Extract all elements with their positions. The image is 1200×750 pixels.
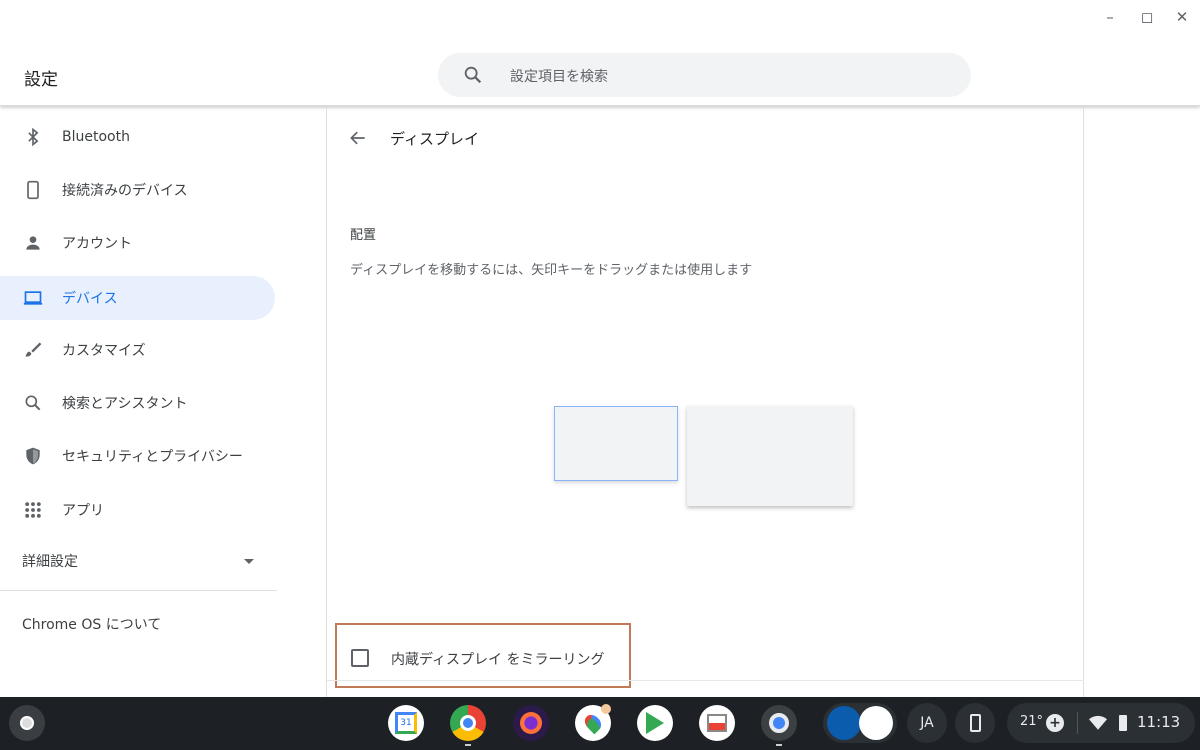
advanced-label: 詳細設定 (22, 554, 78, 570)
sidebar-item-personalization[interactable]: カスタマイズ (0, 328, 275, 372)
phone-icon (22, 179, 44, 201)
sidebar-item-search-assistant[interactable]: 検索とアシスタント (0, 381, 275, 425)
header: 設定 設定項目を検索 (0, 48, 1200, 106)
shield-icon (22, 445, 44, 467)
sidebar-item-label: アプリ (62, 503, 104, 519)
maximize-button[interactable]: ◻ (1135, 8, 1159, 26)
close-button[interactable]: ✕ (1170, 8, 1194, 26)
settings-app[interactable] (761, 705, 797, 741)
search-placeholder: 設定項目を検索 (510, 69, 608, 85)
mirror-label: 内蔵ディスプレイ をミラーリング (391, 652, 605, 668)
minimize-button[interactable]: – (1098, 8, 1122, 26)
status-tray[interactable]: 21° + 11:13 (1007, 703, 1195, 743)
mirror-checkbox[interactable] (351, 649, 369, 667)
sidebar-item-label: 接続済みのデバイス (62, 183, 188, 199)
dropdown-arrow-icon (244, 559, 254, 564)
search-icon (464, 66, 482, 84)
sidebar-item-label: カスタマイズ (62, 343, 146, 359)
holding-space-tray[interactable] (823, 703, 897, 743)
sidebar-item-connected-devices[interactable]: 接続済みのデバイス (0, 168, 275, 212)
gear-icon (769, 713, 789, 733)
page-title: ディスプレイ (390, 130, 479, 148)
phone-icon (969, 714, 981, 732)
wifi-icon (1089, 715, 1107, 730)
sidebar-item-bluetooth[interactable]: Bluetooth (0, 115, 275, 159)
battery-icon (1119, 715, 1127, 731)
weather-temperature: 21° (1020, 714, 1044, 729)
divider (0, 590, 277, 591)
ime-indicator[interactable]: JA (907, 703, 947, 743)
gallery-icon (707, 714, 727, 732)
brush-icon (22, 339, 44, 361)
sidebar-item-label: Bluetooth (62, 129, 130, 145)
thumbnail-icon (859, 706, 893, 740)
firefox-app[interactable] (513, 705, 549, 741)
mirror-option-highlight: 内蔵ディスプレイ をミラーリング (335, 623, 631, 688)
bluetooth-icon (22, 126, 44, 148)
calendar-icon: 31 (395, 712, 417, 734)
sidebar-item-label: アカウント (62, 236, 132, 252)
search-icon (22, 392, 44, 414)
shelf: 31 JA 21° + 11:13 (0, 697, 1200, 750)
launcher-button[interactable] (9, 705, 45, 741)
sidebar-item-label: デバイス (62, 291, 118, 307)
app-title: 設定 (24, 70, 58, 90)
sidebar-item-security[interactable]: セキュリティとプライバシー (0, 434, 275, 478)
back-arrow-icon[interactable] (348, 128, 368, 148)
add-icon: + (1046, 714, 1064, 732)
launcher-icon (20, 716, 34, 730)
calendar-app[interactable]: 31 (388, 705, 424, 741)
display-external[interactable] (687, 406, 853, 506)
thumbnail-icon (827, 706, 861, 740)
display-internal[interactable] (554, 406, 678, 481)
clock: 11:13 (1137, 713, 1181, 731)
play-store-icon (646, 712, 664, 734)
chrome-app[interactable] (450, 705, 486, 741)
arrangement-heading: 配置 (350, 228, 377, 243)
divider (327, 680, 1084, 681)
chrome-icon (460, 715, 476, 731)
sidebar-item-about[interactable]: Chrome OS について (22, 614, 161, 634)
running-indicator (776, 744, 782, 746)
advanced-settings-toggle[interactable]: 詳細設定 (0, 539, 275, 583)
divider (1077, 712, 1078, 734)
play-store-app[interactable] (637, 705, 673, 741)
display-settings-page: ディスプレイ 配置 ディスプレイを移動するには、矢印キーをドラッグまたは使用しま… (327, 107, 1084, 697)
notification-badge (601, 704, 611, 714)
phone-hub-button[interactable] (955, 703, 995, 743)
arrangement-description: ディスプレイを移動するには、矢印キーをドラッグまたは使用します (350, 263, 753, 278)
sidebar-item-label: 検索とアシスタント (62, 396, 188, 412)
sidebar-item-apps[interactable]: アプリ (0, 488, 275, 532)
running-indicator (465, 744, 471, 746)
maps-icon (581, 711, 605, 735)
firefox-icon (520, 712, 542, 734)
laptop-icon (22, 287, 44, 309)
sidebar-item-device[interactable]: デバイス (0, 276, 275, 320)
person-icon (22, 232, 44, 254)
sidebar-item-label: セキュリティとプライバシー (62, 449, 243, 465)
sidebar: Bluetooth 接続済みのデバイス アカウント デバイス カスタマイズ 検索… (0, 107, 327, 697)
gallery-app[interactable] (699, 705, 735, 741)
search-input[interactable]: 設定項目を検索 (438, 53, 971, 97)
sidebar-item-accounts[interactable]: アカウント (0, 221, 275, 265)
apps-grid-icon (22, 499, 44, 521)
